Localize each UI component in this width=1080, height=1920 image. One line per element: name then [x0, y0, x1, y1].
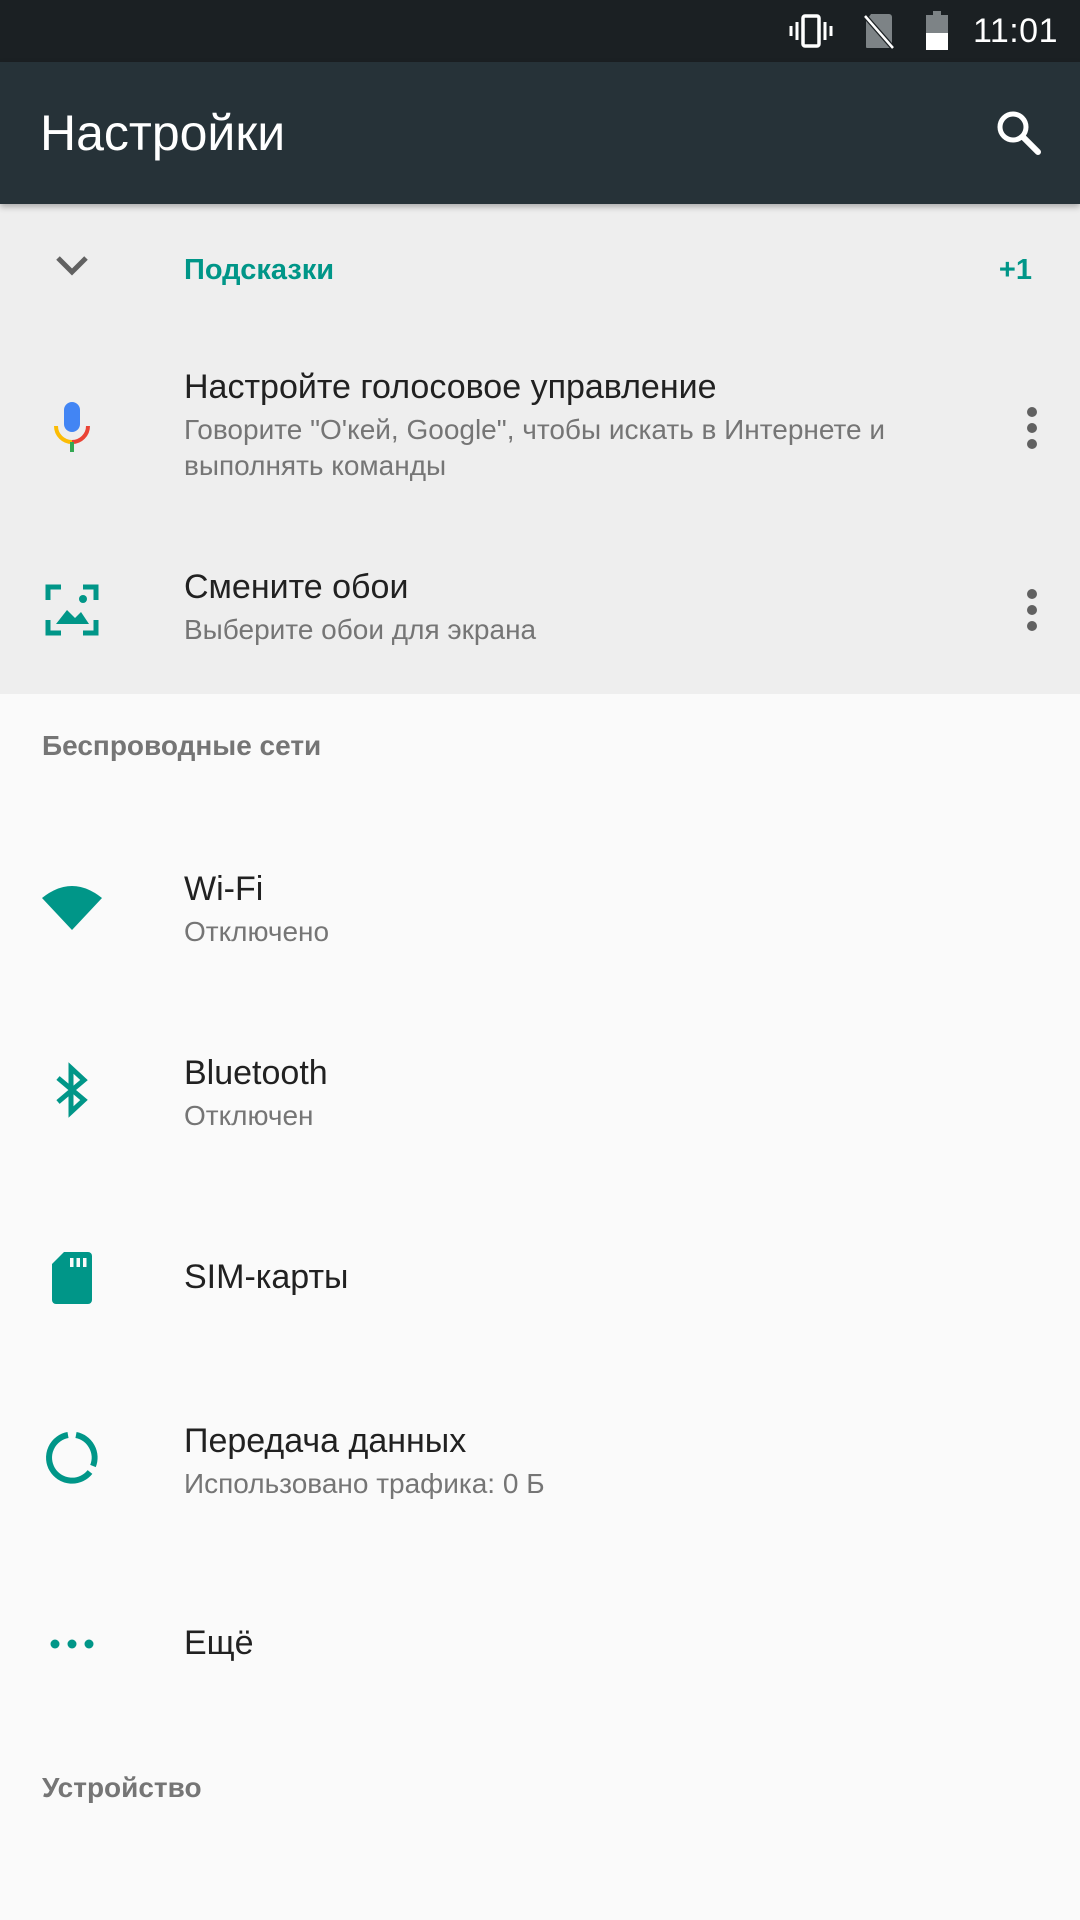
wifi-icon: [42, 876, 102, 936]
chevron-down-icon[interactable]: [52, 252, 92, 285]
suggestion-subtitle: Говорите "О'кей, Google", чтобы искать в…: [184, 414, 886, 481]
settings-item-more[interactable]: Ещё: [0, 1560, 1080, 1730]
suggestions-header[interactable]: Подсказки +1: [0, 204, 1080, 332]
mic-icon: [42, 398, 102, 458]
suggestions-count: +1: [998, 254, 1032, 286]
battery-icon: [925, 11, 949, 51]
item-title: Bluetooth: [184, 1054, 328, 1092]
suggestions-title: Подсказки: [184, 254, 335, 286]
settings-item-bluetooth[interactable]: Bluetooth Отключен: [0, 1004, 1080, 1174]
wallpaper-icon: [42, 580, 102, 640]
status-bar: 11:01: [0, 0, 1080, 62]
section-header-wireless: Беспроводные сети: [42, 730, 322, 761]
settings-item-wifi[interactable]: Wi-Fi Отключено: [0, 820, 1080, 990]
more-vert-icon: [1027, 589, 1037, 631]
app-bar: Настройки: [0, 62, 1080, 204]
suggestion-subtitle: Выберите обои для экрана: [184, 614, 537, 645]
settings-item-data-usage[interactable]: Передача данных Использовано трафика: 0 …: [0, 1372, 1080, 1552]
suggestion-voice-control[interactable]: Настройте голосовое управление Говорите …: [0, 332, 1080, 532]
vibrate-icon: [789, 13, 833, 49]
status-time: 11:01: [972, 11, 1058, 50]
suggestion-menu-button[interactable]: [1014, 398, 1050, 458]
settings-item-sim-cards[interactable]: SIM-карты: [0, 1188, 1080, 1368]
item-subtitle: Использовано трафика: 0 Б: [184, 1468, 545, 1499]
item-title: Передача данных: [184, 1422, 467, 1460]
item-title: Wi-Fi: [184, 870, 264, 908]
more-dots-icon: [42, 1614, 102, 1674]
section-header-device: Устройство: [42, 1772, 202, 1803]
suggestion-title: Настройте голосовое управление: [184, 368, 717, 406]
item-subtitle: Отключен: [184, 1100, 314, 1131]
page-title: Настройки: [40, 105, 286, 161]
data-usage-icon: [42, 1428, 102, 1488]
bluetooth-icon: [42, 1060, 102, 1120]
sim-card-icon: [42, 1248, 102, 1308]
item-title: SIM-карты: [184, 1258, 349, 1296]
suggestion-title: Смените обои: [184, 568, 409, 606]
suggestion-wallpaper[interactable]: Смените обои Выберите обои для экрана: [0, 532, 1080, 694]
item-title: Ещё: [184, 1624, 254, 1662]
suggestion-menu-button[interactable]: [1014, 580, 1050, 640]
search-icon: [997, 111, 1041, 155]
no-sim-icon: [863, 12, 895, 50]
more-vert-icon: [1027, 407, 1037, 449]
item-subtitle: Отключено: [184, 916, 330, 947]
search-button[interactable]: [986, 100, 1050, 164]
suggestions-panel: Подсказки +1 Настройте голосовое управле…: [0, 204, 1080, 694]
